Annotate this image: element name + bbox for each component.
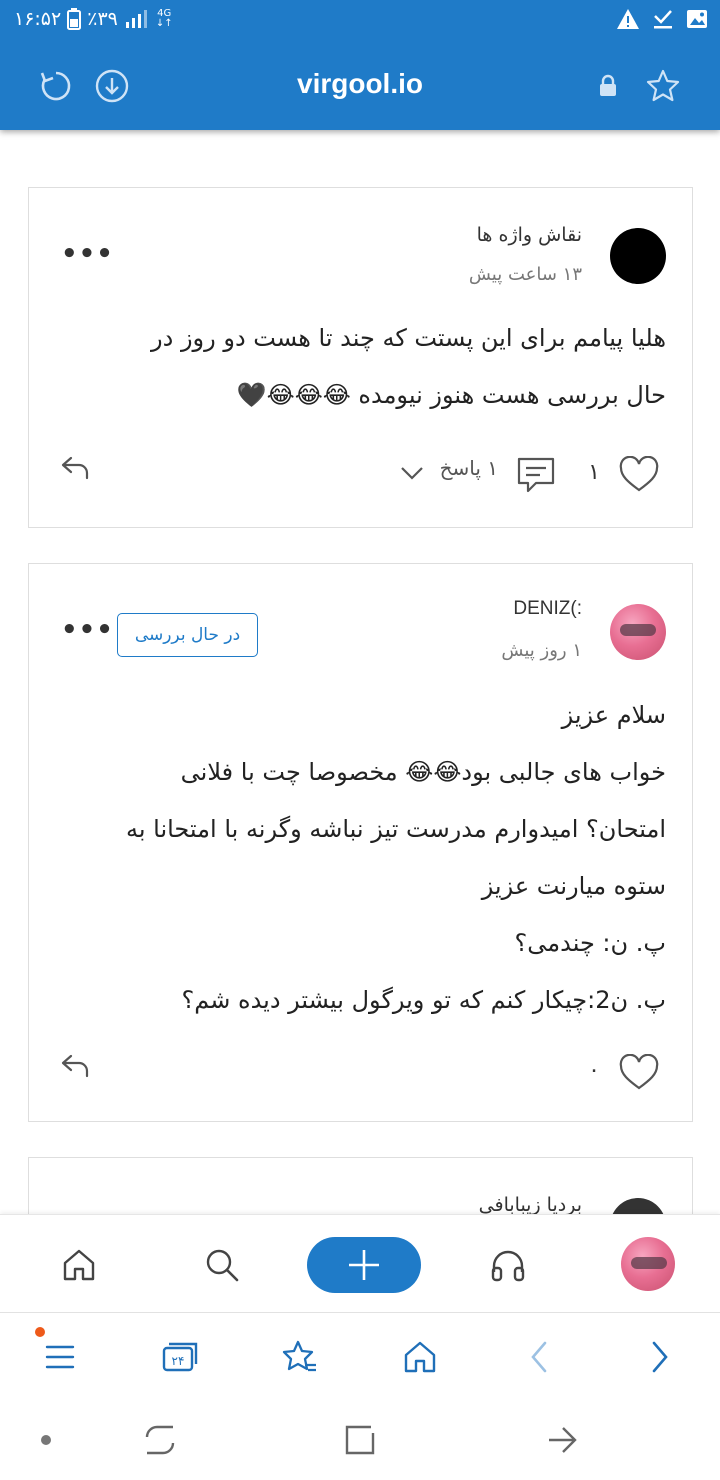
chevron-down-icon[interactable] [399, 464, 425, 486]
reply-comment-button[interactable] [516, 456, 556, 494]
clock: ۱۶:۵۲ [14, 8, 62, 30]
forward-icon[interactable] [636, 1333, 684, 1381]
comment-author[interactable]: DENIZ(: [513, 598, 582, 620]
replies-label: ۱ پاسخ [440, 456, 498, 480]
search-icon[interactable] [194, 1237, 250, 1293]
tabs-count: ۲۴ [172, 1354, 185, 1368]
comment-author[interactable]: نقاش واژه ها [477, 224, 582, 246]
network-label: 4G [157, 8, 172, 19]
like-button[interactable] [618, 456, 660, 494]
author-name[interactable]: DENIZ(: [513, 598, 582, 619]
like-count: ۰ [588, 1058, 600, 1083]
comment-body: سلام عزیز خواب های جالبی بود😂😂 مخصوصا چت… [49, 687, 666, 1029]
heart-icon [619, 1054, 659, 1090]
comment-line: امتحان؟ امیدوارم مدرست تیز نباشه وگرنه ب… [125, 815, 666, 843]
check-icon [652, 8, 674, 30]
status-bar: ۱۶:۵۲ ٪۳۹ 4G ↓↑ [0, 0, 720, 42]
headphones-icon[interactable] [480, 1237, 536, 1293]
comment-line: خواب های جالبی بود😂😂 مخصوصا چت با فلانی [180, 758, 666, 786]
home-icon[interactable] [51, 1237, 107, 1293]
add-button[interactable] [307, 1237, 421, 1293]
tabs-icon[interactable]: ۲۴ [156, 1333, 204, 1381]
more-options-icon[interactable]: ••• [61, 241, 114, 267]
replies-toggle[interactable]: ۱ پاسخ [440, 456, 498, 480]
browser-toolbar: ۲۴ [0, 1312, 720, 1400]
avatar[interactable] [610, 228, 666, 284]
battery-icon [67, 8, 82, 30]
add-icon [349, 1250, 379, 1280]
home-icon[interactable] [396, 1333, 444, 1381]
comment-line: سلام عزیز [561, 701, 666, 729]
status-right [616, 8, 708, 30]
lock-icon [588, 66, 628, 106]
home-button-icon[interactable] [338, 1418, 382, 1462]
comment-author[interactable]: بردیا زیبابافی [479, 1194, 582, 1216]
status-badge: در حال بررسی [117, 613, 258, 657]
warning-icon [616, 8, 640, 30]
avatar[interactable] [610, 604, 666, 660]
menu-icon[interactable] [36, 1333, 84, 1381]
comment-line: حال بررسی هست هنوز نیومده 😂😂😂🖤 [236, 381, 666, 409]
more-options-icon[interactable]: ••• [61, 617, 114, 643]
comment-time: ۱ روز پیش [501, 640, 582, 661]
comment-line: پ. ن: چندمی؟ [514, 929, 666, 957]
signal-icon [124, 8, 150, 30]
notification-dot [35, 1327, 45, 1337]
url-bar: virgool.io [0, 42, 720, 130]
comment-line: ستوه میارنت عزیز [481, 872, 666, 900]
comment-card: DENIZ(: ۱ روز پیش در حال بررسی ••• سلام … [28, 563, 693, 1122]
comment-line: پ. ن2:چیکار کنم که تو ویرگول بیشتر دیده … [181, 986, 666, 1014]
app-bottom-nav [0, 1214, 720, 1312]
browser-top-bar: ۱۶:۵۲ ٪۳۹ 4G ↓↑ virgool.io [0, 0, 720, 130]
like-count: ۱ [588, 460, 600, 485]
reply-icon[interactable] [59, 1052, 91, 1084]
comment-icon [517, 457, 555, 493]
assistant-dot-icon[interactable] [24, 1418, 68, 1462]
battery-percent: ٪۳۹ [87, 8, 118, 30]
network-4g-icon: 4G ↓↑ [155, 8, 173, 29]
comment-body: هلیا پیامم برای این پستت که چند تا هست د… [49, 310, 666, 424]
comment-time: ۱۳ ساعت پیش [468, 264, 582, 285]
profile-avatar[interactable] [621, 1237, 675, 1291]
system-nav-bar [0, 1400, 720, 1480]
recents-icon[interactable] [138, 1418, 182, 1462]
bookmarks-icon[interactable] [276, 1333, 324, 1381]
image-icon [686, 8, 708, 30]
replies-count: ۱ [487, 456, 498, 480]
comment-card: نقاش واژه ها ۱۳ ساعت پیش ••• هلیا پیامم … [28, 187, 693, 528]
replies-text: پاسخ [439, 456, 481, 480]
back-icon[interactable] [515, 1333, 563, 1381]
comment-line: هلیا پیامم برای این پستت که چند تا هست د… [151, 324, 666, 352]
heart-icon [619, 456, 659, 492]
reply-icon[interactable] [59, 454, 91, 486]
like-button[interactable] [618, 1054, 660, 1092]
system-back-icon[interactable] [540, 1418, 584, 1462]
status-left: ۱۶:۵۲ ٪۳۹ 4G ↓↑ [14, 8, 173, 30]
star-icon[interactable] [643, 66, 683, 106]
